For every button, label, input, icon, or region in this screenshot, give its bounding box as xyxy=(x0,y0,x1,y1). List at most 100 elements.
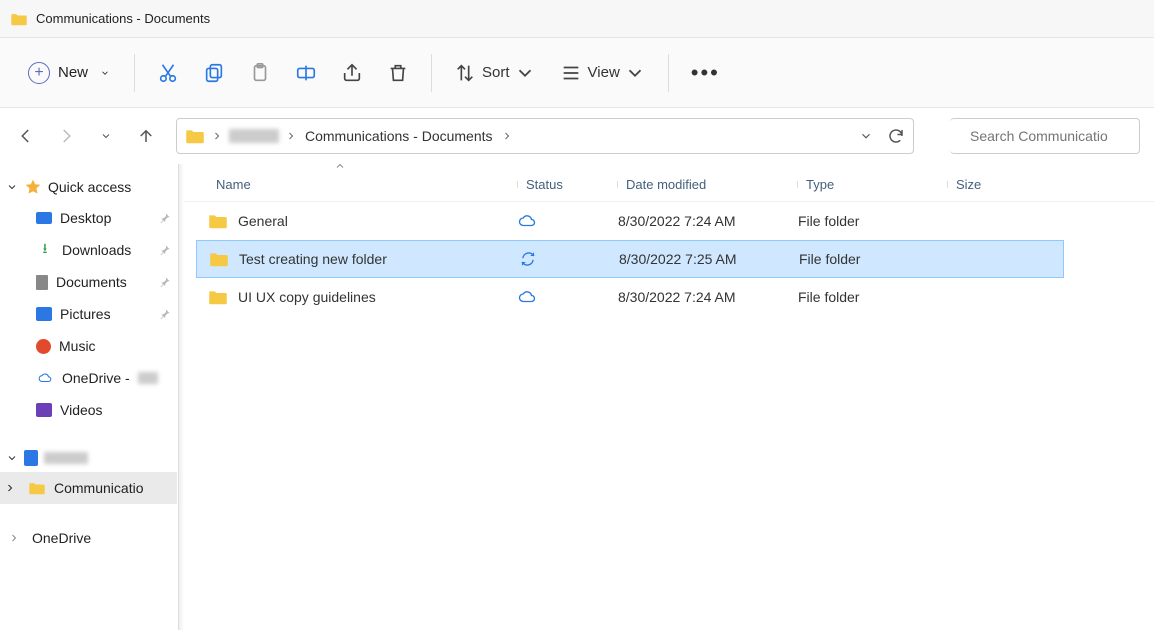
breadcrumb-redacted[interactable] xyxy=(229,129,279,143)
sidebar-redacted xyxy=(44,452,88,464)
nav-row: Communications - Documents xyxy=(0,108,1154,164)
forward-button[interactable] xyxy=(54,124,78,148)
sync-icon xyxy=(519,250,537,268)
breadcrumb-current[interactable]: Communications - Documents xyxy=(303,128,495,144)
cloud-icon xyxy=(36,371,54,385)
refresh-icon[interactable] xyxy=(887,127,905,145)
sidebar-header-group2[interactable] xyxy=(0,444,177,472)
video-icon xyxy=(36,403,52,417)
folder-icon xyxy=(209,251,229,267)
pin-icon xyxy=(159,308,171,320)
cut-icon xyxy=(157,62,179,84)
share-icon xyxy=(341,62,363,84)
sidebar-item-label: Communicatio xyxy=(54,480,143,496)
rename-button[interactable] xyxy=(283,53,329,93)
delete-button[interactable] xyxy=(375,53,421,93)
sidebar-item-onedrive[interactable]: OneDrive - xyxy=(0,362,177,394)
sidebar-item-label: Desktop xyxy=(60,210,111,226)
sidebar-header-label: Quick access xyxy=(48,179,131,195)
column-header-name[interactable]: Name xyxy=(208,177,518,192)
sidebar-item-label: OneDrive xyxy=(32,530,91,546)
back-button[interactable] xyxy=(14,124,38,148)
recent-locations-button[interactable] xyxy=(94,124,118,148)
table-row[interactable]: General 8/30/2022 7:24 AM File folder xyxy=(184,202,1154,240)
search-input[interactable] xyxy=(970,128,1151,144)
toolbar-separator xyxy=(134,54,135,92)
chevron-down-icon[interactable] xyxy=(859,129,873,143)
chevron-down-icon xyxy=(624,62,646,84)
chevron-down-icon xyxy=(6,452,18,464)
cloud-icon xyxy=(518,212,536,230)
share-button[interactable] xyxy=(329,53,375,93)
column-header-size[interactable]: Size xyxy=(948,177,1154,192)
file-name: UI UX copy guidelines xyxy=(238,289,376,305)
sidebar-redacted xyxy=(138,372,158,384)
up-button[interactable] xyxy=(134,124,158,148)
copy-button[interactable] xyxy=(191,53,237,93)
table-row[interactable]: Test creating new folder 8/30/2022 7:25 … xyxy=(196,240,1064,278)
desktop-icon xyxy=(36,212,52,224)
column-header-label: Size xyxy=(956,177,981,192)
sidebar-item-communications[interactable]: Communicatio xyxy=(0,472,177,504)
cut-button[interactable] xyxy=(145,53,191,93)
window-title: Communications - Documents xyxy=(36,11,210,26)
sidebar: Quick access Desktop ⭳ Downloads Documen… xyxy=(0,164,178,630)
chevron-down-icon xyxy=(100,130,112,142)
download-icon: ⭳ xyxy=(36,242,54,258)
sort-button[interactable]: Sort xyxy=(442,53,548,93)
sidebar-item-pictures[interactable]: Pictures xyxy=(0,298,177,330)
plus-icon: + xyxy=(28,62,50,84)
column-header-type[interactable]: Type xyxy=(798,177,948,192)
sidebar-item-documents[interactable]: Documents xyxy=(0,266,177,298)
sidebar-item-desktop[interactable]: Desktop xyxy=(0,202,177,234)
search-box[interactable] xyxy=(950,118,1140,154)
music-icon xyxy=(36,339,51,354)
folder-icon xyxy=(185,128,205,144)
sidebar-item-music[interactable]: Music xyxy=(0,330,177,362)
pin-icon xyxy=(159,276,171,288)
overflow-icon: ••• xyxy=(691,60,720,86)
sort-button-label: Sort xyxy=(482,64,510,81)
overflow-button[interactable]: ••• xyxy=(679,53,732,93)
toolbar-separator xyxy=(431,54,432,92)
file-rows: General 8/30/2022 7:24 AM File folder Te… xyxy=(184,202,1154,316)
sidebar-item-label: Pictures xyxy=(60,306,111,322)
column-header-status[interactable]: Status xyxy=(518,177,618,192)
sort-caret-icon xyxy=(334,164,346,172)
file-type: File folder xyxy=(799,251,949,267)
paste-button[interactable] xyxy=(237,53,283,93)
sidebar-item-label: Downloads xyxy=(62,242,131,258)
column-header-label: Type xyxy=(806,177,834,192)
pin-icon xyxy=(159,244,171,256)
address-bar[interactable]: Communications - Documents xyxy=(176,118,914,154)
new-button[interactable]: + New xyxy=(14,53,124,93)
file-name: Test creating new folder xyxy=(239,251,387,267)
sidebar-group-2: Communicatio xyxy=(0,444,177,504)
sidebar-item-onedrive-2[interactable]: OneDrive xyxy=(0,522,177,554)
chevron-right-icon xyxy=(4,482,16,494)
chevron-down-icon xyxy=(6,181,18,193)
pictures-icon xyxy=(36,307,52,321)
copy-icon xyxy=(203,62,225,84)
title-bar: Communications - Documents xyxy=(0,0,1154,38)
sidebar-header-quick-access[interactable]: Quick access xyxy=(0,172,177,202)
folder-icon xyxy=(28,481,46,495)
star-icon xyxy=(24,178,42,196)
cloud-icon xyxy=(518,288,536,306)
sidebar-item-downloads[interactable]: ⭳ Downloads xyxy=(0,234,177,266)
file-date: 8/30/2022 7:25 AM xyxy=(619,251,799,267)
file-date: 8/30/2022 7:24 AM xyxy=(618,289,798,305)
sidebar-item-label: Videos xyxy=(60,402,103,418)
rename-icon xyxy=(295,62,317,84)
view-button[interactable]: View xyxy=(548,53,658,93)
document-icon xyxy=(36,275,48,290)
new-button-label: New xyxy=(58,64,88,81)
column-header-date[interactable]: Date modified xyxy=(618,177,798,192)
chevron-right-icon xyxy=(501,130,513,142)
sidebar-group-3: OneDrive xyxy=(0,522,177,554)
sidebar-item-label: Documents xyxy=(56,274,127,290)
main: Quick access Desktop ⭳ Downloads Documen… xyxy=(0,164,1154,630)
sidebar-item-videos[interactable]: Videos xyxy=(0,394,177,426)
table-row[interactable]: UI UX copy guidelines 8/30/2022 7:24 AM … xyxy=(184,278,1154,316)
building-icon xyxy=(24,450,38,466)
